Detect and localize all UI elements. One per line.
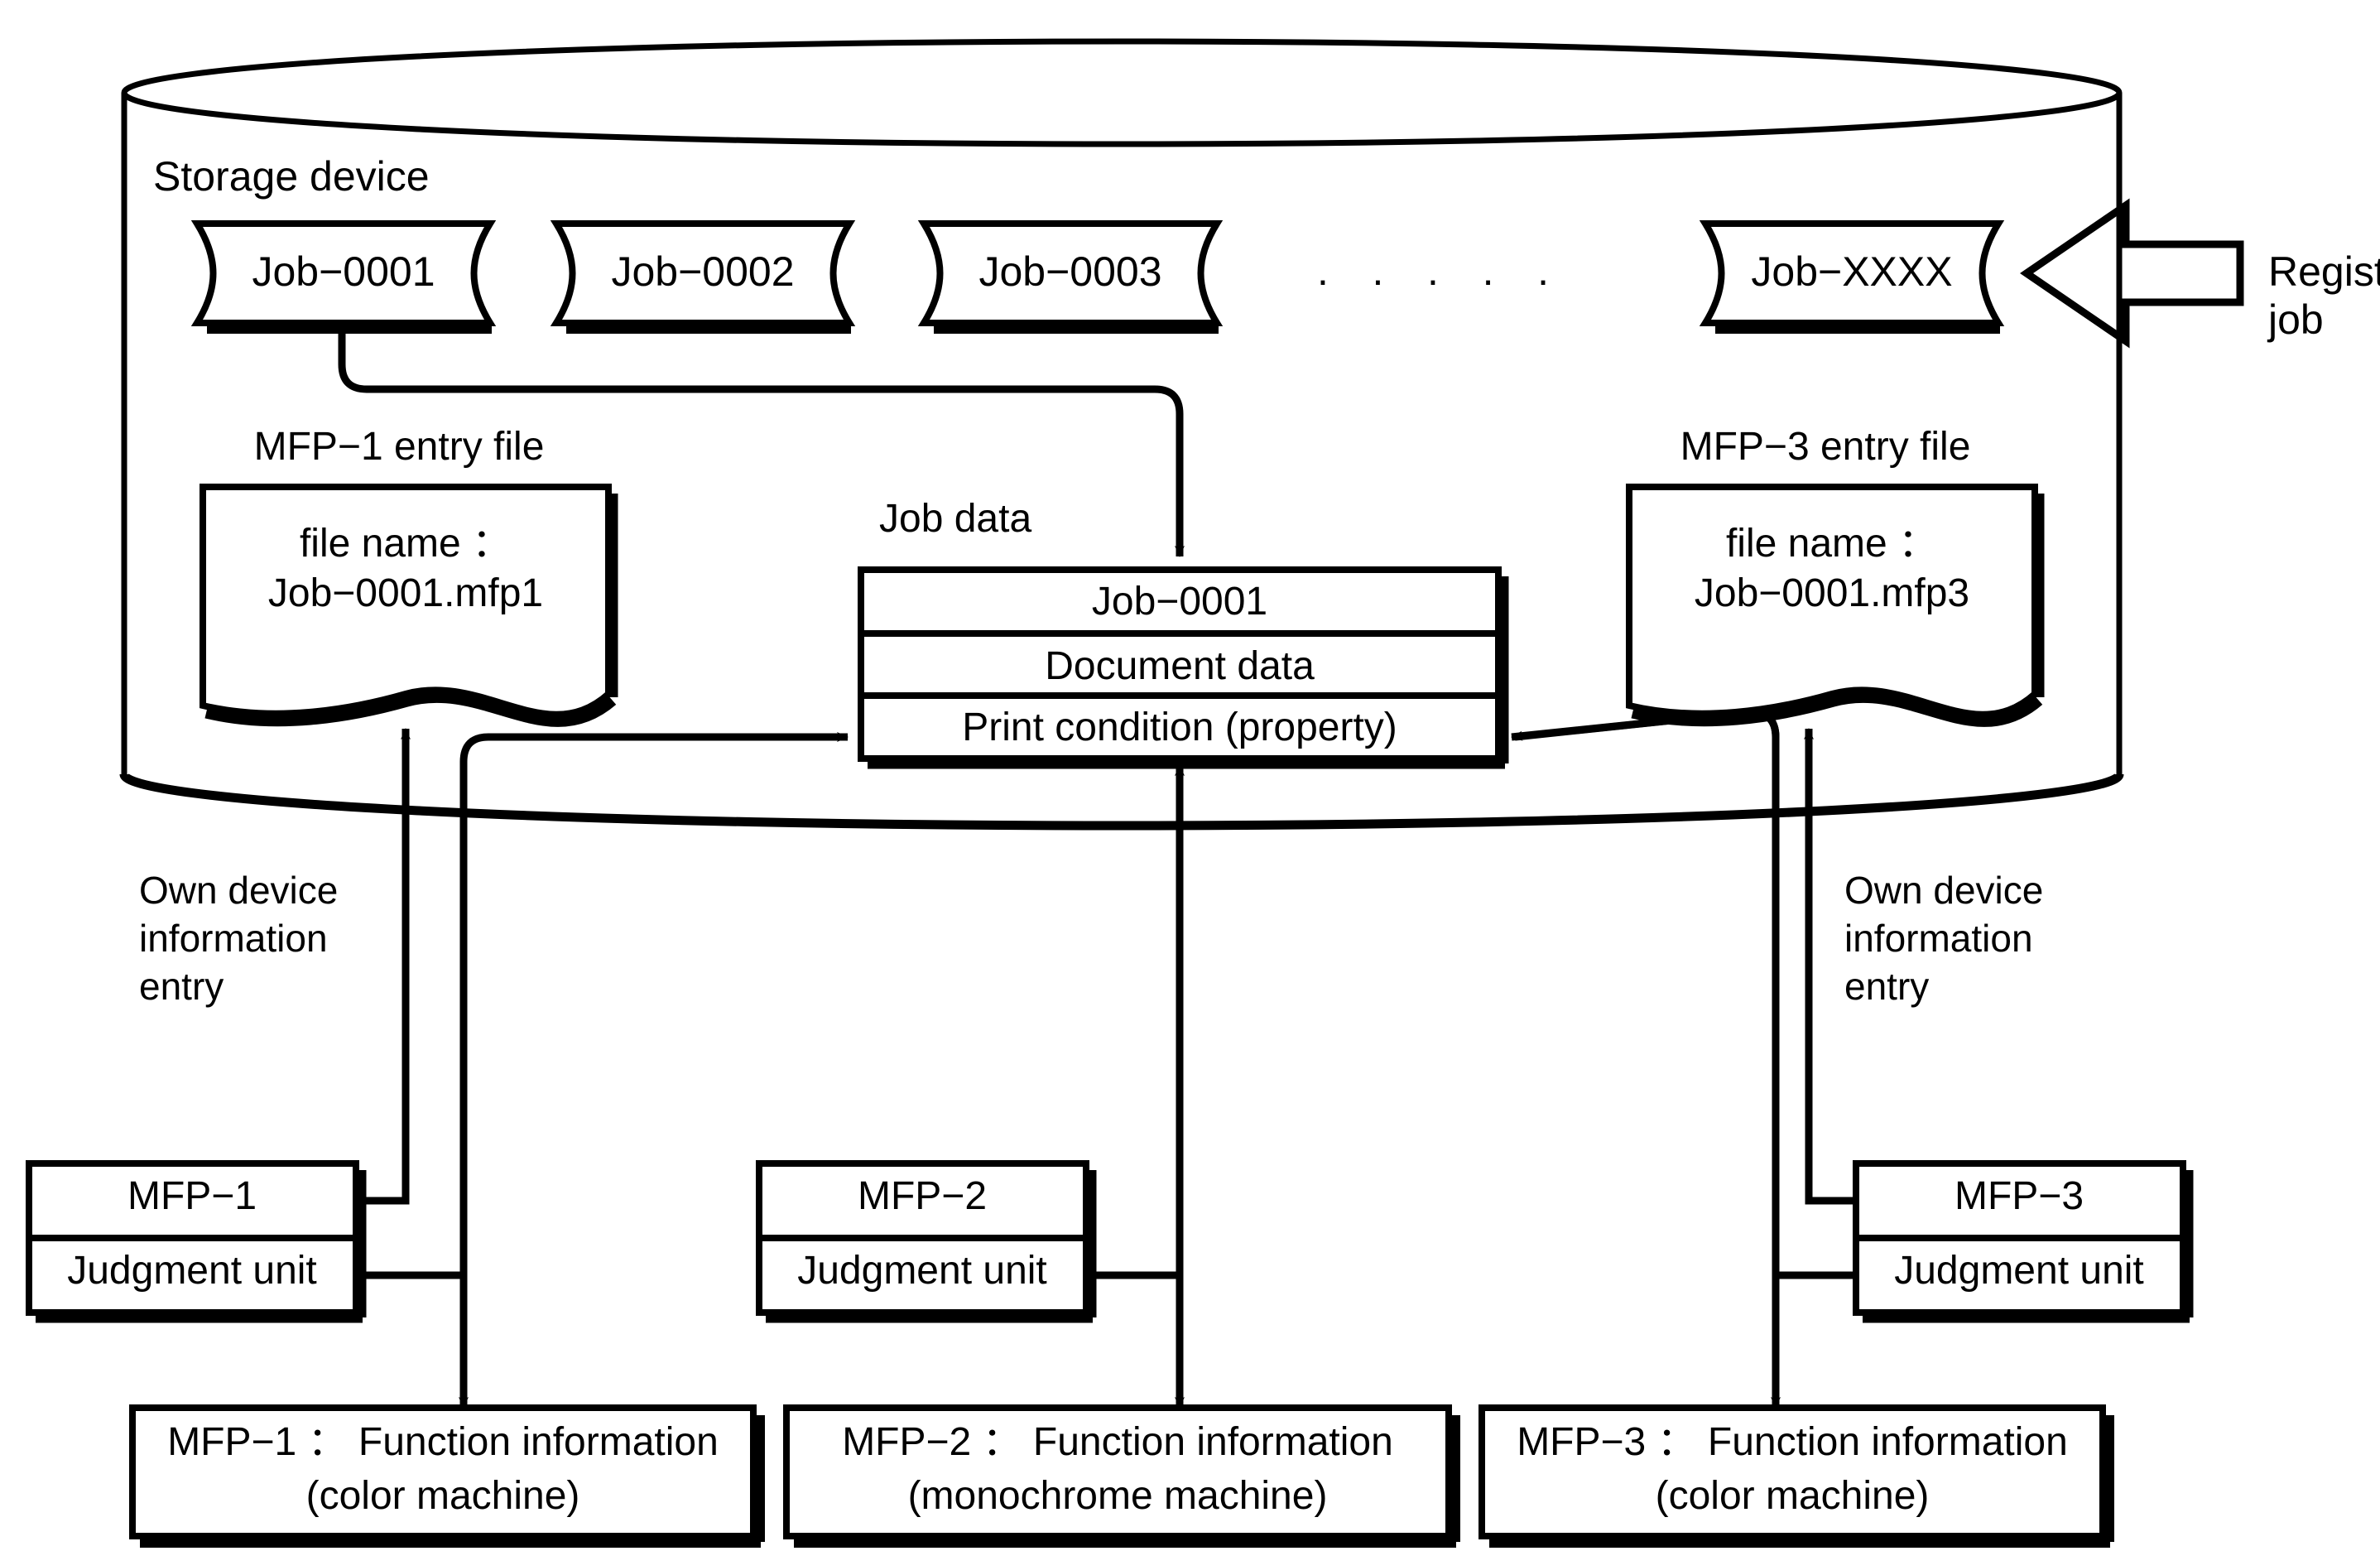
mfp-3-judgment-unit: Judgment unit [1894, 1249, 2144, 1293]
right-entry-note-line2: information [1844, 917, 2033, 960]
connector-left-into-print-condition [459, 732, 849, 1408]
mfp1-entry-file-line2: Job−0001.mfp1 [267, 571, 544, 615]
mfp-1-device-name: MFP−1 [127, 1174, 257, 1218]
mfp-3-function-info-line2: (color machine) [1655, 1474, 1930, 1518]
job-box-label-0002[interactable]: Job−0002 [611, 248, 794, 295]
job-box-label-xxxx[interactable]: Job−XXXX [1751, 248, 1952, 295]
job-data-row-document-data: Document data [1045, 644, 1315, 688]
job-box-label-0001[interactable]: Job−0001 [252, 248, 435, 295]
connector-right-into-print-condition [1511, 708, 1780, 1151]
diagram-canvas: Storage device Job−0001 Job−0002 Job−000… [0, 0, 2380, 1551]
mfp-3-function-info-line1: MFP−3 ： Function information [1517, 1420, 2068, 1464]
right-entry-note-line1: Own device [1844, 869, 2044, 912]
left-entry-note-line2: information [139, 917, 328, 960]
register-job-label-line2: job [2268, 296, 2324, 343]
mfp3-entry-file-caption: MFP−3 entry file [1680, 425, 1971, 469]
mfp-3-device-name: MFP−3 [1954, 1174, 2084, 1218]
mfp-2-function-info-line1: MFP−2 ： Function information [842, 1420, 1393, 1464]
job-box-label-0003[interactable]: Job−0003 [978, 248, 1161, 295]
mfp-2-judgment-unit: Judgment unit [797, 1249, 1047, 1293]
wiring-mfp2 [1086, 764, 1185, 1409]
right-entry-note-line3: entry [1844, 965, 1930, 1008]
mfp1-entry-file-caption: MFP−1 entry file [253, 425, 545, 469]
mfp-1-judgment-unit: Judgment unit [67, 1249, 317, 1293]
mfp-2-function-info-line2: (monochrome machine) [907, 1474, 1328, 1518]
left-entry-note-line1: Own device [139, 869, 339, 912]
job-data-row-print-condition: Print condition (property) [962, 706, 1397, 749]
storage-device-label: Storage device [153, 153, 430, 200]
mfp-1-function-info-line2: (color machine) [305, 1474, 580, 1518]
register-job-label-line1: Register [2268, 248, 2380, 295]
mfp1-entry-file-line1: file name ： [299, 522, 512, 566]
mfp-2-device-name: MFP−2 [857, 1174, 988, 1218]
left-entry-note-line3: entry [139, 965, 224, 1008]
diagram-artwork [26, 38, 2244, 1548]
job-data-row-job-id: Job−0001 [1091, 580, 1268, 624]
wiring-mfp3 [1771, 728, 1856, 1409]
mfp-1-function-info-line1: MFP−1 ： Function information [167, 1420, 719, 1464]
job-data-caption: Job data [879, 497, 1032, 541]
mfp3-entry-file-line1: file name ： [1725, 522, 1939, 566]
mfp3-entry-file-line2: Job−0001.mfp3 [1694, 571, 1970, 615]
job-list-ellipsis: · · · · · [1315, 257, 1565, 303]
register-job-arrow [2020, 198, 2244, 349]
